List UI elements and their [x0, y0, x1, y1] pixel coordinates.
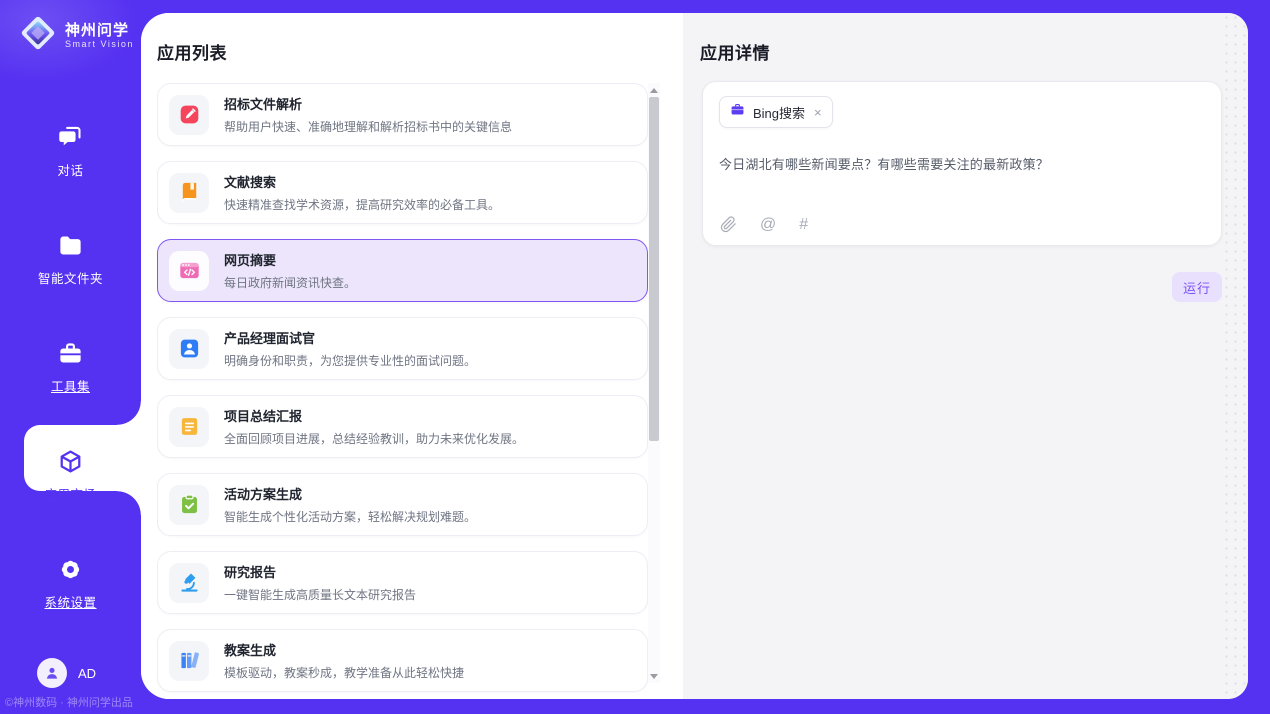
brand-subtitle: Smart Vision: [65, 39, 134, 50]
sidebar-item-app-market[interactable]: 应用市场: [0, 421, 141, 529]
avatar: [37, 658, 67, 688]
mention-icon[interactable]: @: [760, 216, 776, 233]
gear-icon: [57, 556, 84, 583]
app-name: 教案生成: [224, 640, 464, 659]
app-description: 一键智能生成高质量长文本研究报告: [224, 586, 416, 603]
app-card-bid-document-analysis[interactable]: 招标文件解析帮助用户快速、准确地理解和解析招标书中的关键信息: [157, 83, 648, 146]
run-button[interactable]: 运行: [1172, 272, 1222, 302]
chat-icon: [57, 124, 84, 151]
app-name: 项目总结汇报: [224, 406, 524, 425]
interviewer-icon: [169, 329, 209, 369]
app-detail-title: 应用详情: [700, 39, 770, 64]
app-name: 研究报告: [224, 562, 416, 581]
app-card-web-summary[interactable]: 网页摘要每日政府新闻资讯快查。: [157, 239, 648, 302]
tool-tag-label: Bing搜索: [753, 103, 805, 122]
microscope-icon: [169, 563, 209, 603]
app-description: 每日政府新闻资讯快查。: [224, 274, 356, 291]
sidebar-item-label: 工具集: [51, 376, 90, 395]
user-row[interactable]: AD: [37, 658, 96, 688]
app-name: 网页摘要: [224, 250, 356, 269]
app-name: 文献搜索: [224, 172, 500, 191]
brand-logo: 神州问学 Smart Vision: [19, 14, 134, 57]
copyright-text: ©神州数码 · 神州问学出品: [5, 694, 133, 710]
notepad-icon: [169, 407, 209, 447]
app-name: 招标文件解析: [224, 94, 512, 113]
folder-icon: [57, 232, 84, 259]
prompt-text[interactable]: 今日湖北有哪些新闻要点？有哪些需要关注的最新政策？: [719, 154, 1205, 173]
sidebar-item-label: 系统设置: [44, 592, 96, 611]
app-description: 快速精准查找学术资源，提高研究效率的必备工具。: [224, 196, 500, 213]
toolbox-icon: [57, 340, 84, 367]
sidebar-item-chat[interactable]: 对话: [0, 97, 141, 205]
app-name: 活动方案生成: [224, 484, 476, 503]
topic-icon[interactable]: #: [799, 216, 808, 233]
scroll-up-icon[interactable]: [648, 83, 660, 97]
tool-tag-bing[interactable]: Bing搜索 ×: [719, 96, 833, 128]
scroll-down-icon[interactable]: [648, 669, 660, 683]
app-card-project-summary-report[interactable]: 项目总结汇报全面回顾项目进展，总结经验教训，助力未来优化发展。: [157, 395, 648, 458]
close-icon[interactable]: ×: [814, 105, 822, 120]
attachment-icon[interactable]: [720, 216, 737, 233]
sidebar: 神州问学 Smart Vision 对话智能文件夹工具集应用市场系统设置 AD …: [0, 0, 141, 714]
app-description: 帮助用户快速、准确地理解和解析招标书中的关键信息: [224, 118, 512, 135]
sidebar-item-system-settings[interactable]: 系统设置: [0, 529, 141, 637]
app-description: 全面回顾项目进展，总结经验教训，助力未来优化发展。: [224, 430, 524, 447]
app-detail-panel: 应用详情 Bing搜索 × 今日湖北有哪些新闻要点？有哪些需要关注的最新政策？ …: [683, 13, 1248, 699]
scrollbar-thumb[interactable]: [649, 97, 659, 441]
prompt-card[interactable]: Bing搜索 × 今日湖北有哪些新闻要点？有哪些需要关注的最新政策？ @ #: [702, 81, 1222, 246]
main-container: 应用列表 招标文件解析帮助用户快速、准确地理解和解析招标书中的关键信息文献搜索快…: [141, 13, 1248, 699]
app-card-event-plan-generation[interactable]: 活动方案生成智能生成个性化活动方案，轻松解决规划难题。: [157, 473, 648, 536]
book-icon: [169, 173, 209, 213]
sidebar-item-label: 应用市场: [44, 484, 96, 503]
cube-icon: [57, 448, 84, 475]
dot-pattern: [1222, 13, 1248, 699]
sidebar-nav: 对话智能文件夹工具集应用市场系统设置: [0, 97, 141, 637]
sidebar-item-label: 智能文件夹: [38, 268, 103, 287]
app-description: 智能生成个性化活动方案，轻松解决规划难题。: [224, 508, 476, 525]
app-card-lesson-plan-generation[interactable]: 教案生成模板驱动，教案秒成，教学准备从此轻松快捷: [157, 629, 648, 692]
active-curve-top: [117, 401, 141, 425]
active-curve-bottom: [117, 491, 141, 515]
browser-code-icon: [169, 251, 209, 291]
app-description: 明确身份和职责，为您提供专业性的面试问题。: [224, 352, 476, 369]
app-card-research-report[interactable]: 研究报告一键智能生成高质量长文本研究报告: [157, 551, 648, 614]
sidebar-item-smart-folder[interactable]: 智能文件夹: [0, 205, 141, 313]
clipboard-check-icon: [169, 485, 209, 525]
composer-toolbar: @ #: [720, 216, 808, 233]
app-card-pm-interviewer[interactable]: 产品经理面试官明确身份和职责，为您提供专业性的面试问题。: [157, 317, 648, 380]
edit-square-icon: [169, 95, 209, 135]
briefcase-icon: [730, 102, 745, 122]
user-name: AD: [78, 666, 96, 681]
app-name: 产品经理面试官: [224, 328, 476, 347]
app-list: 招标文件解析帮助用户快速、准确地理解和解析招标书中的关键信息文献搜索快速精准查找…: [157, 83, 648, 697]
app-list-panel: 应用列表 招标文件解析帮助用户快速、准确地理解和解析招标书中的关键信息文献搜索快…: [141, 13, 683, 699]
books-icon: [169, 641, 209, 681]
app-card-literature-search[interactable]: 文献搜索快速精准查找学术资源，提高研究效率的必备工具。: [157, 161, 648, 224]
sidebar-item-label: 对话: [57, 160, 83, 179]
app-list-title: 应用列表: [157, 39, 227, 64]
scrollbar[interactable]: [648, 83, 660, 683]
brand-name: 神州问学: [65, 22, 134, 39]
brand-diamond-icon: [19, 14, 57, 57]
app-description: 模板驱动，教案秒成，教学准备从此轻松快捷: [224, 664, 464, 681]
